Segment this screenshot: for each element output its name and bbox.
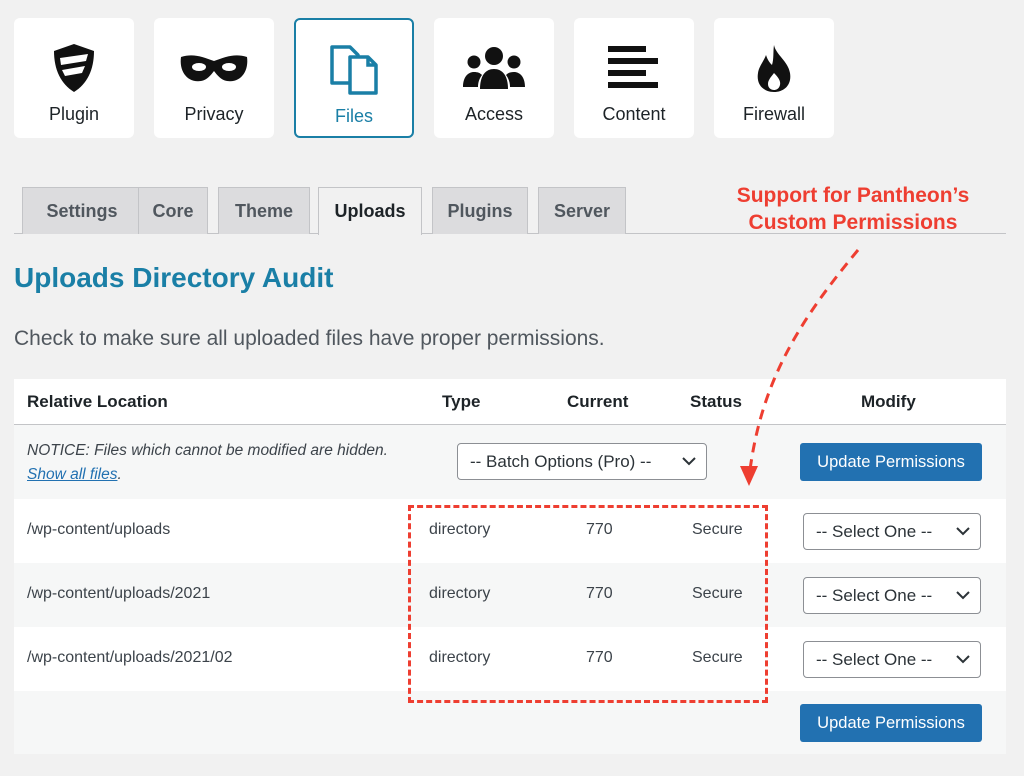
section-cards: Plugin Privacy Files Access Content Fire… — [14, 18, 834, 138]
annotation-line-1: Support for Pantheon’s — [736, 184, 970, 207]
files-icon — [328, 42, 380, 98]
card-access[interactable]: Access — [434, 18, 554, 138]
tab-core[interactable]: Core — [138, 187, 208, 234]
notice-period: . — [117, 466, 122, 483]
header-current: Current — [567, 392, 629, 411]
cell-location: /wp-content/uploads — [27, 521, 171, 538]
header-type: Type — [442, 392, 481, 411]
fire-icon — [754, 40, 794, 96]
update-permissions-button[interactable]: Update Permissions — [800, 443, 982, 481]
notice-text: NOTICE: Files which cannot be modified a… — [27, 439, 397, 487]
header-status: Status — [690, 392, 742, 411]
header-modify: Modify — [861, 392, 916, 411]
mask-icon — [179, 40, 249, 96]
update-permissions-button-bottom[interactable]: Update Permissions — [800, 704, 982, 742]
tab-theme[interactable]: Theme — [218, 187, 310, 234]
tab-settings[interactable]: Settings — [22, 187, 142, 234]
modify-select[interactable]: -- Select One -- — [803, 641, 981, 678]
card-label: Privacy — [184, 104, 244, 124]
card-label: Content — [602, 104, 666, 124]
modify-select-value: -- Select One -- — [816, 585, 933, 605]
header-location: Relative Location — [27, 392, 168, 411]
page-description: Check to make sure all uploaded files ha… — [14, 327, 605, 350]
annotation-callout: Support for Pantheon’s Custom Permission… — [700, 182, 1006, 236]
table-header: Relative Location Type Current Status Mo… — [14, 379, 1006, 425]
modify-select[interactable]: -- Select One -- — [803, 513, 981, 550]
users-icon — [462, 40, 526, 96]
card-plugin[interactable]: Plugin — [14, 18, 134, 138]
modify-select-value: -- Select One -- — [816, 649, 933, 669]
show-all-files-link[interactable]: Show all files — [27, 466, 117, 483]
annotation-line-2: Custom Permissions — [748, 211, 958, 234]
modify-select-value: -- Select One -- — [816, 521, 933, 541]
tab-server[interactable]: Server — [538, 187, 626, 234]
align-left-icon — [608, 40, 660, 96]
batch-options-select[interactable]: -- Batch Options (Pro) -- — [457, 443, 707, 480]
card-files[interactable]: Files — [294, 18, 414, 138]
card-content[interactable]: Content — [574, 18, 694, 138]
card-firewall[interactable]: Firewall — [714, 18, 834, 138]
card-label: Files — [334, 106, 373, 126]
modify-select[interactable]: -- Select One -- — [803, 577, 981, 614]
cell-location: /wp-content/uploads/2021 — [27, 585, 211, 602]
tab-uploads[interactable]: Uploads — [318, 187, 422, 235]
chevron-down-icon — [956, 655, 970, 664]
chevron-down-icon — [682, 457, 696, 466]
card-privacy[interactable]: Privacy — [154, 18, 274, 138]
tab-plugins[interactable]: Plugins — [432, 187, 528, 234]
chevron-down-icon — [956, 591, 970, 600]
cell-location: /wp-content/uploads/2021/02 — [27, 649, 233, 666]
notice-row: NOTICE: Files which cannot be modified a… — [14, 425, 1006, 499]
batch-options-value: -- Batch Options (Pro) -- — [470, 451, 652, 471]
annotation-highlight-box — [408, 505, 768, 703]
card-label: Plugin — [48, 104, 100, 124]
chevron-down-icon — [956, 527, 970, 536]
shield-icon — [51, 40, 97, 96]
card-label: Firewall — [742, 104, 805, 124]
page-title: Uploads Directory Audit — [14, 262, 334, 293]
card-label: Access — [464, 104, 524, 124]
notice-message: NOTICE: Files which cannot be modified a… — [27, 442, 388, 459]
